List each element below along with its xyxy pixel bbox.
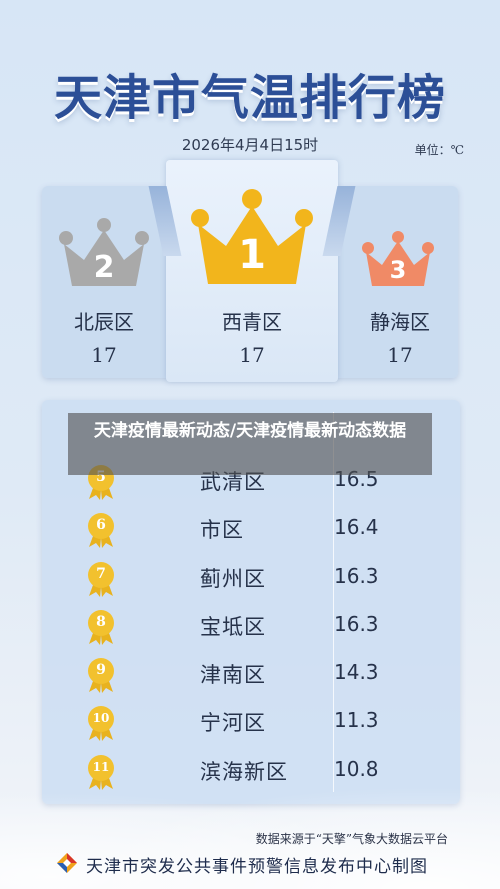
rank-3-district: 静海区 [370, 310, 430, 334]
district-name: 蓟州区 [200, 567, 266, 591]
medal-rank: 8 [96, 614, 106, 630]
data-source-note: 数据来源于“天擎”气象大数据云平台 [255, 832, 448, 846]
rank-1-district: 西青区 [222, 310, 282, 334]
medal-rank: 10 [92, 711, 110, 725]
rank-2-label: 2 [58, 216, 150, 285]
page: 天津市气温排行榜 2026年4月4日15时 单位：℃ 2 1 3 北辰区 西青区… [0, 0, 500, 889]
rank-3-number: 3 [389, 256, 407, 284]
medal-icon: 10 [87, 705, 115, 741]
medal-rank: 9 [96, 662, 106, 678]
rank-3-label: 3 [362, 230, 434, 284]
district-name: 宝坻区 [200, 615, 266, 639]
rank-3-temperature: 17 [387, 343, 413, 367]
unit-label: 单位：℃ [414, 143, 464, 157]
temperature-value: 11.3 [334, 708, 379, 732]
list-row: 10 宁河区 11.3 [0, 705, 500, 755]
district-name: 宁河区 [200, 711, 266, 735]
rank-2-number: 2 [93, 250, 115, 285]
rank-2-district: 北辰区 [74, 310, 134, 334]
rank-2-temperature: 17 [91, 343, 117, 367]
list-row: 7 蓟州区 16.3 [0, 561, 500, 611]
temperature-value: 16.3 [334, 564, 379, 588]
temperature-value: 14.3 [334, 660, 379, 684]
list-row: 8 宝坻区 16.3 [0, 609, 500, 659]
rank-1-temperature: 17 [239, 343, 265, 367]
agency-logo-icon [56, 852, 78, 878]
medal-icon: 9 [87, 657, 115, 693]
caption-text: 天津疫情最新动态/天津疫情最新动态数据 [93, 421, 407, 441]
list-row: 9 津南区 14.3 [0, 657, 500, 707]
rank-1-label: 1 [190, 188, 314, 278]
temperature-value: 16.4 [334, 515, 379, 539]
medal-rank: 7 [96, 566, 106, 582]
medal-icon: 7 [87, 561, 115, 597]
temperature-value: 16.3 [334, 612, 379, 636]
list-row: 6 市区 16.4 [0, 512, 500, 562]
medal-icon: 8 [87, 609, 115, 645]
district-name: 津南区 [200, 663, 266, 687]
page-title: 天津市气温排行榜 [53, 70, 446, 126]
rank-1-number: 1 [238, 232, 266, 278]
district-name: 市区 [200, 518, 244, 542]
medal-rank: 6 [96, 517, 106, 533]
footer-credit: 天津市突发公共事件预警信息发布中心制图 [86, 857, 428, 877]
medal-icon: 6 [87, 512, 115, 548]
